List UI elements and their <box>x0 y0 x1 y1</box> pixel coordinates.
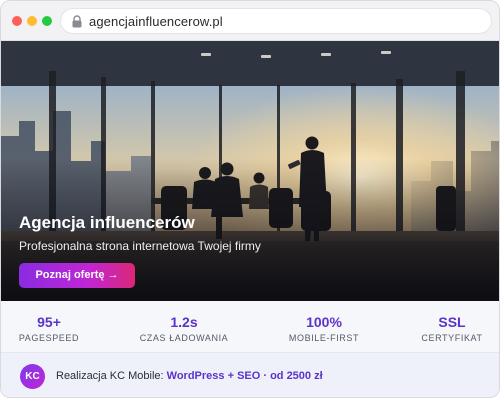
lock-icon <box>72 15 82 28</box>
stat-mobile-first: 100% MOBILE-FIRST <box>269 314 379 343</box>
url-text: agencjainfluencerow.pl <box>89 14 223 29</box>
footer-credit-prefix: Realizacja KC Mobile: <box>56 370 167 382</box>
hero-section: Agencja influencerów Profesjonalna stron… <box>1 41 499 301</box>
stat-value: 100% <box>306 314 342 330</box>
avatar: KC <box>20 364 45 389</box>
close-window-button[interactable] <box>12 16 22 26</box>
address-bar[interactable]: agencjainfluencerow.pl <box>60 8 492 34</box>
stat-label: PAGESPEED <box>18 333 80 343</box>
stat-label: CZAS ŁADOWANIA <box>139 333 229 343</box>
stat-label: MOBILE-FIRST <box>288 333 360 343</box>
view-offer-button[interactable]: Poznaj ofertę → <box>19 263 135 288</box>
footer-credit-highlight: WordPress + SEO · od 2500 zł <box>166 370 323 382</box>
stat-value: SSL <box>438 314 466 330</box>
stat-load-time: 1.2s CZAS ŁADOWANIA <box>129 314 239 343</box>
stat-value: 95+ <box>37 314 61 330</box>
hero-gradient-overlay <box>1 41 499 301</box>
minimize-window-button[interactable] <box>27 16 37 26</box>
hero-subtitle: Profesjonalna strona internetowa Twojej … <box>19 239 261 253</box>
stat-pagespeed: 95+ PAGESPEED <box>1 314 104 343</box>
browser-window: agencjainfluencerow.pl Agencja influence… <box>0 0 500 398</box>
hero-title: Agencja influencerów <box>19 213 195 232</box>
stat-label: CERTYFIKAT <box>421 333 483 343</box>
browser-toolbar: agencjainfluencerow.pl <box>1 1 499 41</box>
stat-value: 1.2s <box>170 314 198 330</box>
stat-ssl: SSL CERTYFIKAT <box>397 314 499 343</box>
stats-bar: 95+ PAGESPEED 1.2s CZAS ŁADOWANIA 100% M… <box>1 301 499 353</box>
maximize-window-button[interactable] <box>42 16 52 26</box>
footer-credit[interactable]: Realizacja KC Mobile: WordPress + SEO · … <box>56 370 323 382</box>
footer-bar: KC Realizacja KC Mobile: WordPress + SEO… <box>1 353 499 397</box>
